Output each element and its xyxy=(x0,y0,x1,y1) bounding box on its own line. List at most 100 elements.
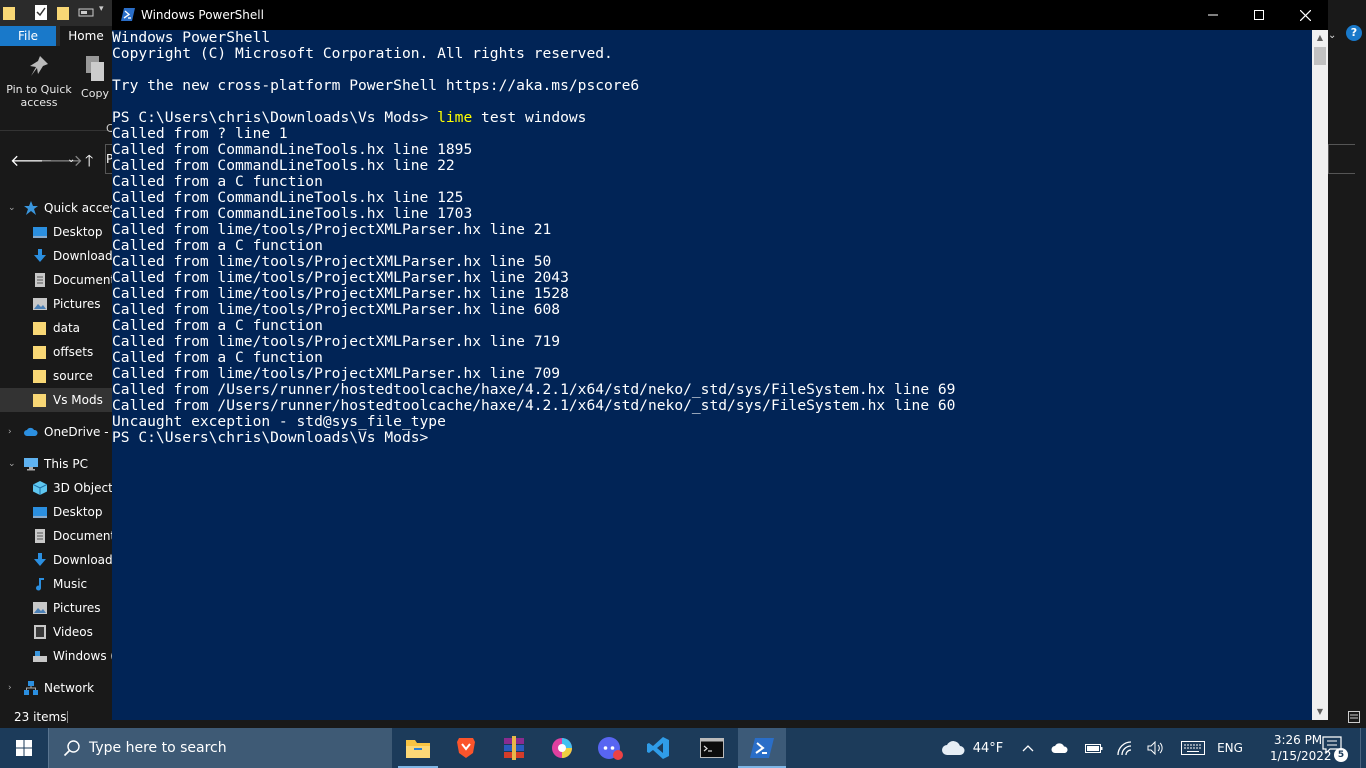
scroll-up-arrow-icon[interactable]: ▲ xyxy=(1312,30,1328,46)
nav-pane-item[interactable]: OneDrive - P › xyxy=(0,420,112,444)
customize-chevron-icon[interactable]: ▾ xyxy=(99,4,104,14)
scroll-down-arrow-icon[interactable]: ▼ xyxy=(1312,704,1328,720)
nav-pane-item[interactable]: Desktop xyxy=(0,500,112,524)
up-arrow-icon[interactable]: 🡑 xyxy=(85,150,93,177)
nav-pane-item-label: Documents xyxy=(53,529,112,543)
nav-pane-item-label: Pictures xyxy=(53,297,101,311)
console-output[interactable]: Windows PowerShell Copyright (C) Microsof… xyxy=(112,30,1312,720)
console-line: Called from /Users/runner/hostedtoolcach… xyxy=(112,381,956,398)
expand-chevron-icon[interactable]: ⌄ xyxy=(8,196,16,220)
nav-pane-item[interactable]: Desktop xyxy=(0,220,112,244)
search-box-partial[interactable] xyxy=(1328,144,1355,174)
powershell-window[interactable]: Windows PowerShell Windows PowerShell Cop… xyxy=(112,0,1328,720)
nav-pane-item[interactable]: Videos xyxy=(0,620,112,644)
nav-pane-item[interactable]: Network › xyxy=(0,676,112,700)
start-button[interactable] xyxy=(0,728,48,768)
help-icon[interactable]: ? xyxy=(1346,25,1362,41)
nav-pane-item[interactable]: 3D Objects xyxy=(0,476,112,500)
taskbar-app-brave[interactable] xyxy=(442,728,490,768)
nav-pane-item[interactable]: This PC ⌄ xyxy=(0,452,112,476)
copy-button[interactable]: Copy xyxy=(78,54,112,100)
nav-pane-item[interactable]: Vs Mods xyxy=(0,388,112,412)
tab-home[interactable]: Home xyxy=(60,26,112,46)
copy-label: Copy xyxy=(81,87,109,100)
nav-pane-item-label: This PC xyxy=(44,457,88,471)
video-icon xyxy=(34,625,46,639)
maximize-button[interactable] xyxy=(1236,0,1282,30)
network-icon xyxy=(24,681,38,695)
tray-onedrive[interactable] xyxy=(1048,728,1072,768)
new-folder-icon[interactable] xyxy=(57,5,69,20)
action-center-button[interactable]: 5 xyxy=(1322,736,1348,762)
powershell-icon xyxy=(121,8,135,21)
nav-pane-item-label: Vs Mods xyxy=(53,393,103,407)
nav-pane-item[interactable]: Pictures xyxy=(0,596,112,620)
taskbar-app-command-prompt[interactable] xyxy=(688,728,736,768)
details-view-icon[interactable] xyxy=(1348,711,1360,723)
expand-chevron-icon[interactable]: › xyxy=(8,420,12,444)
nav-pane-item[interactable]: offsets xyxy=(0,340,112,364)
tray-network[interactable] xyxy=(1114,728,1138,768)
nav-pane-item[interactable]: source xyxy=(0,364,112,388)
taskbar-clock[interactable]: 3:26 PM 1/15/2022 xyxy=(1270,732,1332,764)
properties-icon[interactable] xyxy=(35,5,47,20)
tray-touch-keyboard[interactable] xyxy=(1178,728,1208,768)
copy-icon xyxy=(86,56,104,81)
vscode-icon xyxy=(647,737,669,759)
nav-pane-item[interactable]: Documents xyxy=(0,268,112,292)
forward-arrow-icon[interactable]: 🡒 xyxy=(40,150,83,170)
console-line: Called from lime/tools/ProjectXMLParser.… xyxy=(112,221,552,238)
ribbon-home: Pin to Quick access Copy C xyxy=(0,46,114,135)
nav-pane-item-label: Downloads xyxy=(53,553,112,567)
show-hidden-icons-button[interactable] xyxy=(1016,728,1040,768)
ribbon-collapse-chevron-icon[interactable]: ⌄ xyxy=(1328,30,1336,41)
rename-icon[interactable] xyxy=(78,5,94,20)
nav-pane-item[interactable]: Documents xyxy=(0,524,112,548)
taskbar-app-vscode[interactable] xyxy=(634,728,682,768)
keyboard-icon xyxy=(1181,741,1205,755)
nav-pane-item[interactable]: Pictures xyxy=(0,292,112,316)
nav-pane-item-label: 3D Objects xyxy=(53,481,112,495)
close-button[interactable] xyxy=(1282,0,1328,30)
taskbar-app-file-explorer[interactable] xyxy=(394,728,442,768)
console-line: Called from a C function xyxy=(112,173,323,190)
taskbar-app-winrar[interactable] xyxy=(490,728,538,768)
nav-pane-item[interactable]: Downloads xyxy=(0,548,112,572)
tray-battery[interactable] xyxy=(1082,728,1106,768)
nav-pane-item-label: data xyxy=(53,321,81,335)
console-scrollbar[interactable]: ▲ ▼ xyxy=(1312,30,1328,720)
nav-pane-item[interactable]: Quick access ⌄ xyxy=(0,196,112,220)
document-icon xyxy=(35,529,45,543)
taskbar-app-powershell[interactable] xyxy=(738,728,786,768)
nav-pane-item[interactable]: Music xyxy=(0,572,112,596)
scroll-thumb[interactable] xyxy=(1314,47,1326,65)
input-language-indicator[interactable]: ENG xyxy=(1212,728,1248,768)
taskbar-app-discord[interactable] xyxy=(586,728,634,768)
nav-pane-item[interactable]: data xyxy=(0,316,112,340)
minimize-button[interactable] xyxy=(1190,0,1236,30)
pin-quick-access-button[interactable]: Pin to Quick access xyxy=(4,54,74,109)
recent-chevron-icon[interactable]: ⌄ xyxy=(67,154,75,165)
nav-pane-item[interactable]: Windows ( xyxy=(0,644,112,668)
console-line: Called from lime/tools/ProjectXMLParser.… xyxy=(112,333,561,350)
drive-icon xyxy=(33,651,47,662)
console-line: Called from lime/tools/ProjectXMLParser.… xyxy=(112,365,561,382)
tab-file[interactable]: File xyxy=(0,26,56,46)
nav-pane-item-label: Videos xyxy=(53,625,93,639)
tray-volume[interactable] xyxy=(1144,728,1168,768)
weather-widget[interactable]: 44°F xyxy=(940,728,1004,768)
taskbar-app-color-wheel[interactable] xyxy=(538,728,586,768)
taskbar-search-box[interactable]: Type here to search xyxy=(48,728,392,768)
folder-icon[interactable] xyxy=(3,5,15,20)
title-bar[interactable]: Windows PowerShell xyxy=(112,0,1328,30)
expand-chevron-icon[interactable]: › xyxy=(8,676,12,700)
powershell-icon xyxy=(750,738,774,758)
folder-icon xyxy=(33,346,46,359)
close-icon xyxy=(1299,9,1311,21)
document-icon xyxy=(35,273,45,287)
show-desktop-button[interactable] xyxy=(1360,728,1366,768)
nav-pane-item[interactable]: Downloads xyxy=(0,244,112,268)
minimize-icon xyxy=(1208,14,1218,16)
windows-logo-icon xyxy=(16,740,32,756)
expand-chevron-icon[interactable]: ⌄ xyxy=(8,452,16,476)
